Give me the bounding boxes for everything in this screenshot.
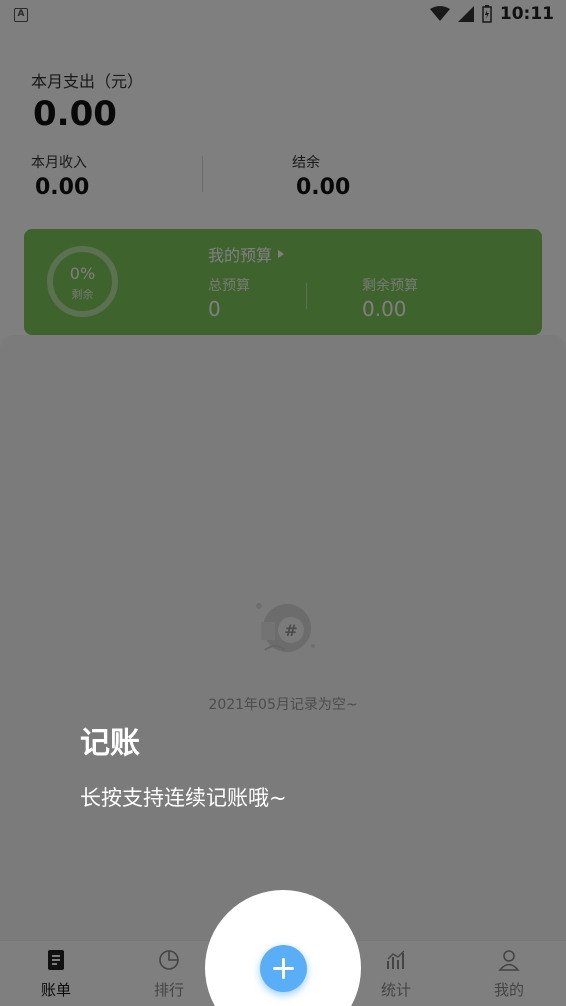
guide-overlay[interactable] xyxy=(0,0,566,1006)
guide-title: 记账 xyxy=(80,726,140,761)
guide-description: 长按支持连续记账哦~ xyxy=(80,786,287,810)
plus-icon-vertical xyxy=(282,958,285,979)
add-record-button[interactable] xyxy=(260,945,307,992)
